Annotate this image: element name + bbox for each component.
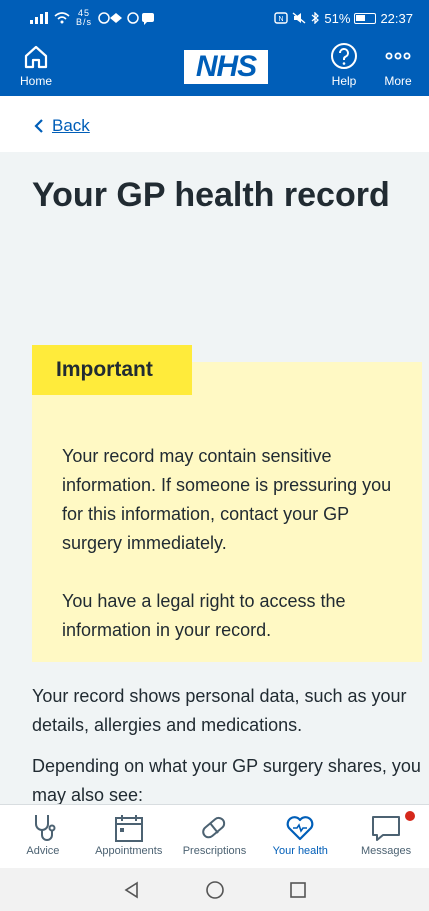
heart-icon xyxy=(257,813,343,845)
notification-icons xyxy=(98,12,155,25)
tab-label: Advice xyxy=(26,845,60,857)
help-button[interactable]: Help xyxy=(330,38,358,88)
nfc-icon: N xyxy=(274,12,289,24)
tab-advice[interactable]: Advice xyxy=(0,805,86,868)
more-button[interactable]: More xyxy=(384,38,412,88)
tab-appointments[interactable]: Appointments xyxy=(86,805,172,868)
system-nav-bar xyxy=(0,868,429,911)
calendar-icon xyxy=(86,813,172,845)
help-icon xyxy=(330,38,358,74)
network-speed: 45 B/s xyxy=(76,9,92,27)
callout-paragraph: You have a legal right to access the inf… xyxy=(62,591,346,640)
important-callout: Your record may contain sensitive inform… xyxy=(32,362,422,662)
callout-label: Important xyxy=(32,345,192,395)
home-circle-icon[interactable] xyxy=(205,880,225,900)
status-bar: 45 B/s N 51% 22:37 xyxy=(0,0,429,36)
status-left: 45 B/s xyxy=(30,9,156,27)
clock: 22:37 xyxy=(380,10,413,26)
callout-text: Your record may contain sensitive inform… xyxy=(62,442,402,645)
wifi-icon xyxy=(54,12,70,24)
tab-your-health[interactable]: Your health xyxy=(257,805,343,868)
tab-label: Your health xyxy=(272,845,328,857)
battery-icon xyxy=(354,12,377,24)
svg-text:N: N xyxy=(279,16,284,23)
status-right: N 51% 22:37 xyxy=(274,11,413,26)
page-content: Your GP health record Your record may co… xyxy=(0,152,429,804)
back-bar: Back xyxy=(0,96,429,152)
back-label: Back xyxy=(52,116,90,135)
stethoscope-icon xyxy=(0,813,86,845)
speed-unit: B/s xyxy=(76,17,93,27)
bluetooth-icon xyxy=(312,12,320,24)
bottom-tab-bar: Advice Appointments Prescriptions Your h… xyxy=(0,804,429,868)
message-icon xyxy=(343,813,429,845)
body-paragraph: Depending on what your GP surgery shares… xyxy=(32,756,421,804)
nhs-logo: NHS xyxy=(184,50,268,84)
body-paragraph: Your record shows personal data, such as… xyxy=(32,686,407,735)
signal-icon xyxy=(30,12,48,24)
tab-label: Messages xyxy=(361,845,412,857)
home-button[interactable]: Home xyxy=(20,38,52,88)
tab-messages[interactable]: Messages xyxy=(343,805,429,868)
back-triangle-icon[interactable] xyxy=(122,880,142,900)
page-title: Your GP health record xyxy=(32,176,390,214)
home-icon xyxy=(20,38,52,74)
nhs-nav: Home NHS Help More xyxy=(0,36,429,96)
back-link[interactable]: Back xyxy=(34,116,90,136)
app-header: 45 B/s N 51% 22:37 Home NHS Help More xyxy=(0,0,429,96)
more-label: More xyxy=(384,74,412,88)
tab-prescriptions[interactable]: Prescriptions xyxy=(172,805,258,868)
help-label: Help xyxy=(331,74,357,88)
battery-percent: 51% xyxy=(324,10,351,26)
tab-label: Prescriptions xyxy=(182,845,247,857)
more-icon xyxy=(384,38,412,74)
chevron-left-icon xyxy=(34,119,43,133)
home-label: Home xyxy=(20,74,53,88)
pill-icon xyxy=(172,813,258,845)
tab-label: Appointments xyxy=(95,845,163,857)
mute-icon xyxy=(292,12,306,24)
recents-square-icon[interactable] xyxy=(288,880,308,900)
unread-badge xyxy=(404,811,415,821)
callout-paragraph: Your record may contain sensitive inform… xyxy=(62,446,392,553)
